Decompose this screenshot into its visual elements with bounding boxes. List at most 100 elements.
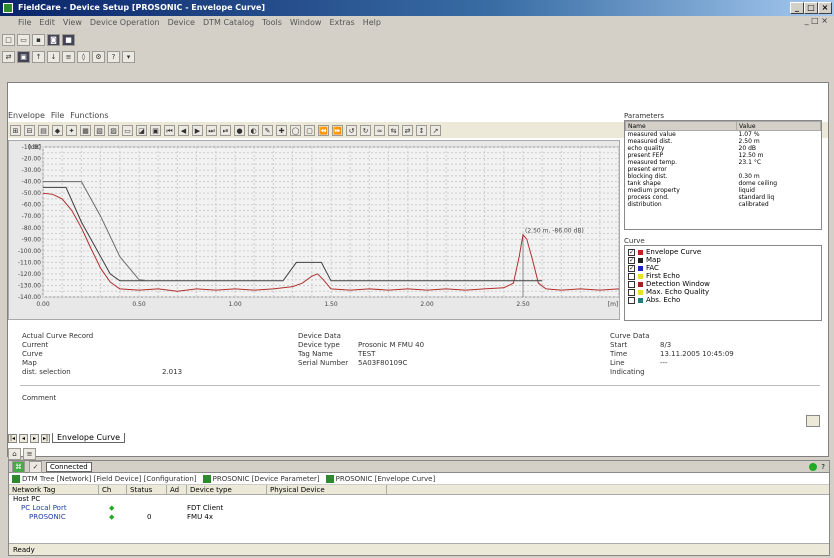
menu-edit[interactable]: Edit xyxy=(39,18,55,27)
network-col-header[interactable]: Ch xyxy=(99,485,127,494)
chart-tool-22-icon[interactable]: ▢ xyxy=(304,124,315,136)
chart-tool-2-icon[interactable]: ⊟ xyxy=(24,124,35,136)
chart-tool-1-icon[interactable]: ⊞ xyxy=(10,124,21,136)
legend-item[interactable]: ✓ FAC xyxy=(628,264,818,272)
param-col-name[interactable]: Name xyxy=(624,121,738,131)
chart-tool-14-icon[interactable]: ▶ xyxy=(192,124,203,136)
dropdown-icon[interactable]: ▾ xyxy=(122,51,135,63)
new-icon[interactable]: □ xyxy=(2,34,15,46)
help-question-icon[interactable]: ? xyxy=(821,463,825,471)
chart-tool-31-icon[interactable]: ↗ xyxy=(430,124,441,136)
minimize-button[interactable]: _ xyxy=(790,2,804,14)
legend-checkbox[interactable]: ✓ xyxy=(628,256,635,264)
legend-item[interactable]: ✓ Envelope Curve xyxy=(628,248,818,256)
legend-item[interactable]: ✓ Map xyxy=(628,256,818,264)
menu-device-operation[interactable]: Device Operation xyxy=(90,18,160,27)
chart-tool-16-icon[interactable]: ⏯ xyxy=(220,124,231,136)
compare-icon[interactable]: ≡ xyxy=(62,51,75,63)
chart-tool-29-icon[interactable]: ⇄ xyxy=(402,124,413,136)
network-col-header[interactable]: Physical Device xyxy=(267,485,387,494)
network-col-header[interactable]: Ad xyxy=(167,485,187,494)
chart-tool-26-icon[interactable]: ↻ xyxy=(360,124,371,136)
close-button[interactable]: × xyxy=(818,2,832,14)
legend-item[interactable]: First Echo xyxy=(628,272,818,280)
network-col-header[interactable]: Network Tag xyxy=(9,485,99,494)
param-row[interactable]: measured dist. 2.50 m xyxy=(626,138,821,145)
chart-tool-8-icon[interactable]: ▨ xyxy=(108,124,119,136)
param-row[interactable]: distribution calibrated xyxy=(626,201,821,208)
doc-tab-file[interactable]: File xyxy=(51,111,64,120)
param-row[interactable]: measured value 1.07 % xyxy=(626,131,821,139)
download-icon[interactable]: ↓ xyxy=(47,51,60,63)
param-row[interactable]: measured temp. 23.1 °C xyxy=(626,159,821,166)
legend-checkbox[interactable] xyxy=(628,280,635,288)
legend-checkbox[interactable] xyxy=(628,288,635,296)
chart-tool-15-icon[interactable]: ⏭ xyxy=(206,124,217,136)
chart-tool-4-icon[interactable]: ◆ xyxy=(52,124,63,136)
menu-device[interactable]: Device xyxy=(168,18,195,27)
chart-tool-30-icon[interactable]: ↕ xyxy=(416,124,427,136)
chart-tool-20-icon[interactable]: ✚ xyxy=(276,124,287,136)
bottom-tab-3[interactable]: PROSONIC [Envelope Curve] xyxy=(323,473,439,485)
legend-checkbox[interactable] xyxy=(628,272,635,280)
tree-row[interactable]: Host PC xyxy=(9,495,829,504)
legend-item[interactable]: Abs. Echo xyxy=(628,296,818,304)
menu-extras[interactable]: Extras xyxy=(329,18,354,27)
network-icon[interactable]: ⌘ xyxy=(12,460,25,473)
menu-view[interactable]: View xyxy=(63,18,82,27)
tree-row[interactable]: PROSONIC ◆ 0 FMU 4x xyxy=(9,513,829,522)
chart-tool-21-icon[interactable]: ◯ xyxy=(290,124,301,136)
connect-icon[interactable]: ◙ xyxy=(47,34,60,46)
comment-edit-button[interactable] xyxy=(806,415,820,427)
last-sheet-button[interactable]: ▸| xyxy=(41,433,50,443)
save-icon[interactable]: ▪ xyxy=(32,34,45,46)
chart-tool-5-icon[interactable]: ✦ xyxy=(66,124,77,136)
next-sheet-button[interactable]: ▸ xyxy=(30,433,39,443)
legend-item[interactable]: Detection Window xyxy=(628,280,818,288)
legend-checkbox[interactable]: ✓ xyxy=(628,248,635,256)
chart-tool-9-icon[interactable]: ▭ xyxy=(122,124,133,136)
chart-tool-28-icon[interactable]: ⇆ xyxy=(388,124,399,136)
online-icon[interactable]: ◊ xyxy=(77,51,90,63)
connect-device-icon[interactable]: ⇄ xyxy=(2,51,15,63)
param-col-value[interactable]: Value xyxy=(736,121,821,131)
sheet-tool-1-icon[interactable]: ⌂ xyxy=(8,448,21,460)
upload-icon[interactable]: ↑ xyxy=(32,51,45,63)
network-col-header[interactable]: Device type xyxy=(187,485,267,494)
chart-tool-17-icon[interactable]: ● xyxy=(234,124,245,136)
disconnect-icon[interactable]: ▣ xyxy=(17,51,30,63)
help-icon[interactable]: ? xyxy=(107,51,120,63)
chart-tool-6-icon[interactable]: ▦ xyxy=(80,124,91,136)
chart-tool-23-icon[interactable]: ⏪ xyxy=(318,124,329,136)
param-row[interactable]: echo quality 20 dB xyxy=(626,145,821,152)
settings-icon[interactable]: ⚙ xyxy=(92,51,105,63)
chart-tool-25-icon[interactable]: ↺ xyxy=(346,124,357,136)
chart-tool-24-icon[interactable]: ⏩ xyxy=(332,124,343,136)
chart-tool-12-icon[interactable]: ⏮ xyxy=(164,124,175,136)
open-icon[interactable]: ▭ xyxy=(17,34,30,46)
param-row[interactable]: blocking dist. 0.30 m xyxy=(626,173,821,180)
project-icon[interactable]: ■ xyxy=(62,34,75,46)
chart-tool-13-icon[interactable]: ◀ xyxy=(178,124,189,136)
network-col-header[interactable]: Status xyxy=(127,485,167,494)
check-icon[interactable]: ✓ xyxy=(29,460,42,473)
sheet-tool-2-icon[interactable]: ≡ xyxy=(23,448,36,460)
chart-tool-7-icon[interactable]: ▧ xyxy=(94,124,105,136)
menu-dtm-catalog[interactable]: DTM Catalog xyxy=(203,18,254,27)
param-row[interactable]: present FEP 12.50 m xyxy=(626,152,821,159)
bottom-tab-1[interactable]: DTM Tree [Network] [Field Device] [Confi… xyxy=(9,473,200,485)
sheet-tab-envelope[interactable]: Envelope Curve xyxy=(52,433,126,443)
chart-tool-27-icon[interactable]: ≈ xyxy=(374,124,385,136)
menu-file[interactable]: File xyxy=(18,18,31,27)
param-row[interactable]: medium property liquid xyxy=(626,187,821,194)
chart-tool-11-icon[interactable]: ▣ xyxy=(150,124,161,136)
chart-tool-10-icon[interactable]: ◪ xyxy=(136,124,147,136)
legend-checkbox[interactable]: ✓ xyxy=(628,264,635,272)
chart-tool-18-icon[interactable]: ◐ xyxy=(248,124,259,136)
doc-tab-envelope[interactable]: Envelope xyxy=(8,111,45,120)
menu-tools[interactable]: Tools xyxy=(262,18,282,27)
param-row[interactable]: present error xyxy=(626,166,821,173)
menu-help[interactable]: Help xyxy=(363,18,381,27)
prev-sheet-button[interactable]: ◂ xyxy=(19,433,28,443)
legend-item[interactable]: Max. Echo Quality xyxy=(628,288,818,296)
